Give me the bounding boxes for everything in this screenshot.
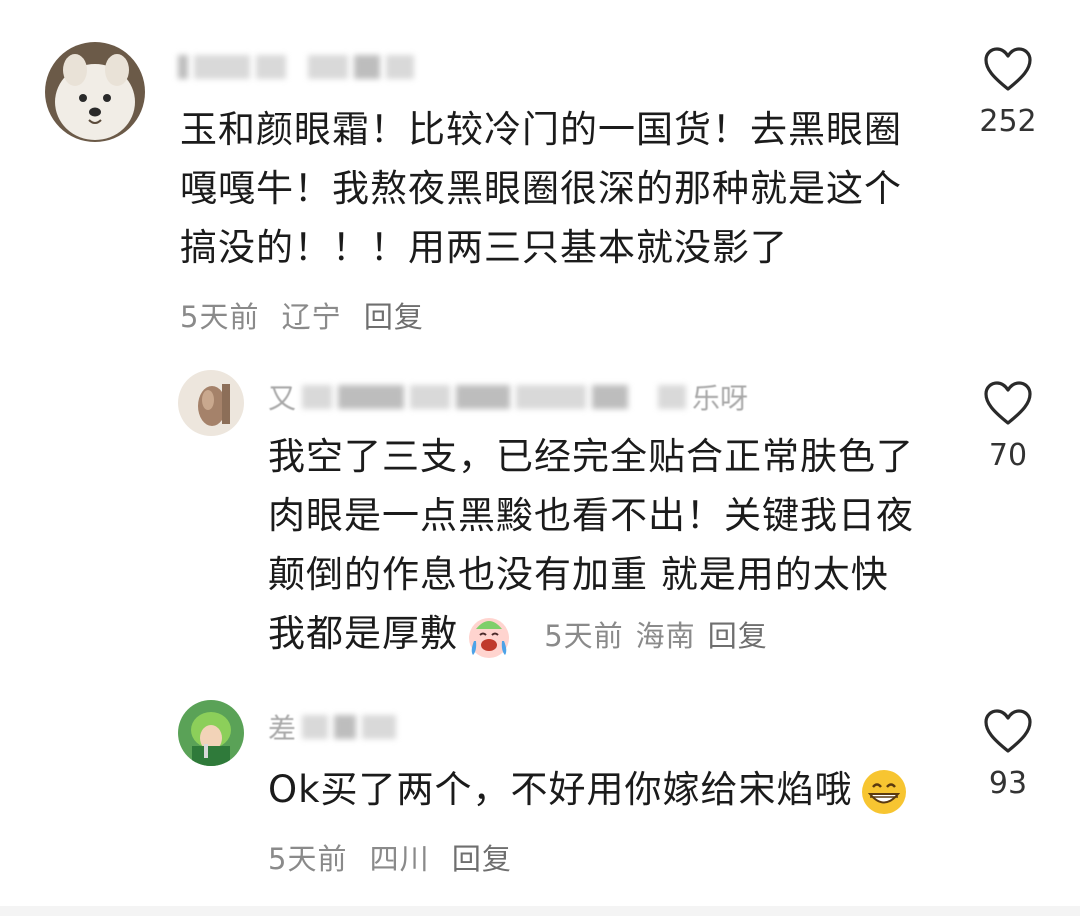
blurred-name-segment [338, 385, 405, 409]
comment-text-line: 我都是厚敷 [268, 612, 458, 655]
avatar-image [178, 370, 244, 436]
username-visible-tail: 乐呀 [692, 382, 749, 415]
heart-outline-icon [984, 709, 1032, 753]
comment-text-line: 肉眼是一点黑黢也看不出！关键我日夜 [268, 494, 914, 537]
blurred-name-segment [302, 385, 333, 409]
comment-text-line-with-meta: 我都是厚敷 5天前 海南 回复 [268, 604, 914, 666]
heart-outline-icon [984, 47, 1032, 91]
comment-location: 辽宁 [281, 300, 342, 334]
like-count: 93 [988, 766, 1028, 801]
blurred-name-segment [194, 55, 250, 79]
username-visible-part: 差 [268, 712, 297, 745]
blurred-name-segment [386, 55, 414, 79]
like-count: 70 [988, 438, 1028, 473]
like-button[interactable]: 93 [968, 708, 1048, 801]
crying-laughing-emoji [469, 617, 509, 658]
comment-meta: 5天前 海南 回复 [534, 619, 768, 653]
like-button[interactable]: 70 [968, 380, 1048, 473]
blurred-name-segment [516, 385, 587, 409]
heart-outline-icon [984, 381, 1032, 425]
comment-time: 5天前 [180, 300, 260, 334]
comment-text: Ok买了两个，不好用你嫁给宋焰哦 [268, 760, 915, 819]
divider [0, 906, 1080, 916]
comment-text-line: 颠倒的作息也没有加重 就是用的太快 [268, 553, 889, 596]
avatar[interactable] [45, 42, 145, 142]
avatar[interactable] [178, 370, 244, 436]
blurred-name-segment [334, 715, 357, 739]
comment-meta: 5天前 辽宁 回复 [180, 294, 436, 336]
blurred-name-segment [354, 55, 380, 79]
blurred-name-segment [362, 715, 397, 739]
avatar[interactable] [178, 700, 244, 766]
username-blurred[interactable] [178, 50, 420, 84]
blurred-name-segment [308, 55, 348, 79]
comment-text-line: 玉和颜眼霜！比较冷门的一国货！去黑眼圈 [180, 108, 902, 151]
comment-location: 海南 [635, 619, 696, 653]
grinning-emoji [861, 769, 906, 814]
avatar-image [178, 700, 244, 766]
username-visible-part: 又 [268, 382, 297, 415]
blurred-name-segment [658, 385, 687, 409]
comment-location: 四川 [369, 842, 430, 876]
comment-time: 5天前 [544, 619, 624, 653]
blurred-name-segment [456, 385, 511, 409]
like-button[interactable]: 252 [968, 46, 1048, 139]
comment-text-line: 搞没的！！！用两三只基本就没影了 [180, 226, 788, 269]
like-count: 252 [979, 104, 1037, 139]
comment-2: 又 乐呀 我空了三支，已经完全贴合正常肤色了 肉眼是一点黑黢也看不出！关键我日夜… [0, 345, 1080, 690]
blurred-name-segment [410, 385, 451, 409]
comment-text-line: 嘎嘎牛！我熬夜黑眼圈很深的那种就是这个 [180, 167, 902, 210]
comment-text-line: 我空了三支，已经完全贴合正常肤色了 [268, 435, 914, 478]
blurred-name-segment [592, 385, 629, 409]
comment-time: 5天前 [268, 842, 348, 876]
reply-button[interactable]: 回复 [364, 300, 424, 334]
username-blurred[interactable]: 又 乐呀 [268, 380, 754, 415]
comment-text: 玉和颜眼霜！比较冷门的一国货！去黑眼圈 嘎嘎牛！我熬夜黑眼圈很深的那种就是这个 … [180, 100, 902, 277]
username-blurred[interactable]: 差 [268, 710, 402, 745]
blurred-name-segment [178, 55, 188, 79]
comment-text: 我空了三支，已经完全贴合正常肤色了 肉眼是一点黑黢也看不出！关键我日夜 颠倒的作… [268, 427, 914, 666]
blurred-name-segment [302, 715, 329, 739]
dog-avatar-image [45, 42, 145, 142]
comment-1: 玉和颜眼霜！比较冷门的一国货！去黑眼圈 嘎嘎牛！我熬夜黑眼圈很深的那种就是这个 … [0, 0, 1080, 345]
comment-text-line: Ok买了两个，不好用你嫁给宋焰哦 [268, 768, 853, 811]
reply-button[interactable]: 回复 [452, 842, 512, 876]
comment-text-line-with-emoji: Ok买了两个，不好用你嫁给宋焰哦 [268, 760, 915, 819]
blurred-name-segment [256, 55, 286, 79]
reply-button[interactable]: 回复 [708, 619, 768, 653]
comment-3: 差 Ok买了两个，不好用你嫁给宋焰哦 5天前 四川 回复 93 [0, 690, 1080, 890]
comment-meta: 5天前 四川 回复 [268, 836, 524, 878]
